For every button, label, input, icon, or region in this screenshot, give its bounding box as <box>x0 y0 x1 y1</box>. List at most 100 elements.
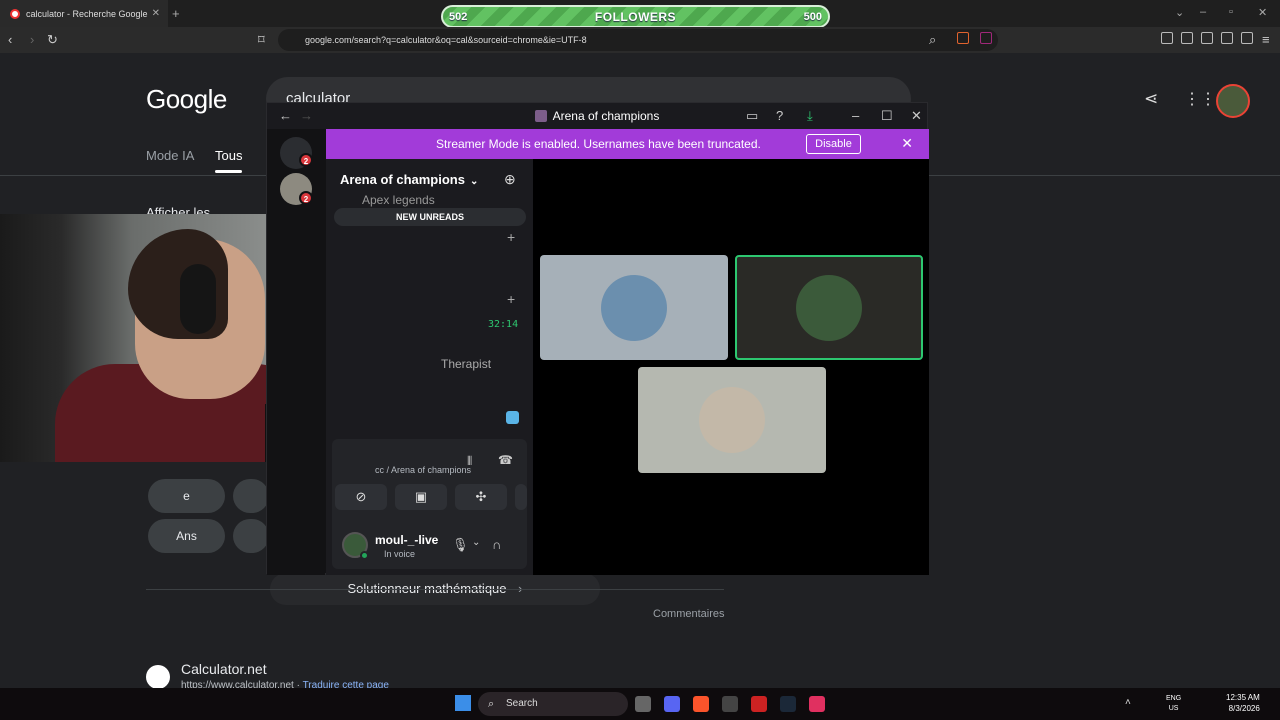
reload-icon[interactable]: ↻ <box>47 32 58 48</box>
google-favicon-icon <box>10 8 20 19</box>
disconnect-icon[interactable]: ☎ <box>498 453 513 467</box>
tray-chevron-icon[interactable]: ˄ <box>1125 697 1131 708</box>
activity-icon[interactable] <box>506 411 519 424</box>
followers-current: 502 <box>449 10 468 23</box>
tiktok-taskbar-icon[interactable] <box>809 696 825 712</box>
brave-taskbar-icon[interactable] <box>693 696 709 712</box>
tab-title: calculator - Recherche Google <box>26 8 148 19</box>
participant-tile[interactable] <box>540 255 728 360</box>
calculator-net-favicon-icon <box>146 665 170 689</box>
soundboard-icon[interactable]: ⦀ <box>467 454 472 469</box>
help-icon[interactable]: ? <box>776 108 783 123</box>
tab-ai-mode[interactable]: Mode IA <box>146 148 194 163</box>
brave-shield-icon[interactable] <box>957 32 969 44</box>
url-text: google.com/search?q=calculator&oq=cal&so… <box>305 35 587 45</box>
disable-streamer-mode-button[interactable]: Disable <box>806 134 861 154</box>
channel-sidebar: Arena of champions ⌄ ⊕ Apex legends NEW U… <box>326 159 533 575</box>
address-bar-row: ‹ › ↻ ⌑ google.com/search?q=calculator&o… <box>0 27 1280 53</box>
headphones-icon <box>180 264 216 334</box>
new-tab-button[interactable]: + <box>172 6 180 21</box>
user-status: In voice <box>384 549 416 559</box>
channel-apex[interactable]: Apex legends <box>362 193 435 207</box>
mic-options-chevron-icon[interactable]: ⌄ <box>472 537 480 548</box>
wallet-icon[interactable] <box>1201 32 1213 44</box>
apps-grid-icon[interactable]: ⋮⋮ <box>1184 89 1216 109</box>
calc-key-ans[interactable]: Ans <box>148 519 225 553</box>
calc-key-e[interactable]: e <box>148 479 225 513</box>
app-taskbar-icon[interactable] <box>751 696 767 712</box>
camera-off-button[interactable]: ⊘ <box>335 484 387 510</box>
discord-window: ← → Arena of champions ▭ ? ⤓ – ☐ ✕ 2 2 S… <box>266 102 929 575</box>
steam-taskbar-icon[interactable] <box>780 696 796 712</box>
add-channel-icon[interactable]: + <box>507 291 515 307</box>
result-title[interactable]: Calculator.net <box>181 661 267 677</box>
participant-tile-speaking[interactable] <box>735 255 923 360</box>
task-view-icon[interactable] <box>635 696 651 712</box>
calc-key[interactable] <box>233 479 269 513</box>
language-indicator[interactable]: ENG US <box>1166 694 1181 714</box>
app-taskbar-icon[interactable] <box>722 696 738 712</box>
participant-avatar <box>796 275 862 341</box>
unread-badge: 2 <box>299 191 313 205</box>
leo-icon[interactable] <box>1221 32 1233 44</box>
rewards-icon[interactable] <box>980 32 992 44</box>
windows-start-icon[interactable] <box>455 695 471 711</box>
taskbar-search-label: Search <box>506 698 538 709</box>
extensions-icon[interactable] <box>1161 32 1173 44</box>
discord-taskbar-icon[interactable] <box>664 696 680 712</box>
feedback-link[interactable]: Commentaires <box>653 608 725 620</box>
username[interactable]: moul-_-live <box>375 533 438 547</box>
back-icon[interactable]: ‹ <box>8 32 12 47</box>
discord-close-icon[interactable]: ✕ <box>911 108 922 124</box>
account-avatar[interactable] <box>1216 84 1250 118</box>
voice-stage <box>533 159 929 575</box>
tab-all[interactable]: Tous <box>215 148 243 173</box>
new-unreads-pill[interactable]: NEW UNREADS <box>334 208 526 226</box>
menu-icon[interactable]: ≡ <box>1262 32 1270 47</box>
url-input[interactable]: google.com/search?q=calculator&oq=cal&so… <box>278 29 998 51</box>
activities-button[interactable]: ✣ <box>455 484 507 510</box>
forward-icon[interactable]: › <box>30 32 34 47</box>
banner-close-icon[interactable]: ✕ <box>901 135 913 152</box>
discord-titlebar: ← → Arena of champions ▭ ? ⤓ – ☐ ✕ <box>267 103 927 129</box>
search-icon: ⌕ <box>488 698 495 710</box>
headphones-toggle-icon[interactable]: ∩ <box>492 537 501 552</box>
share-icon[interactable]: ⋖ <box>1144 89 1158 109</box>
voice-panel: cc / Arena of champions ⦀ ☎ ⊘ ▣ ✣ moul-_… <box>332 439 527 569</box>
vpn-icon[interactable] <box>1241 32 1253 44</box>
server-name[interactable]: Arena of champions ⌄ <box>340 172 478 187</box>
voice-channel-status[interactable]: cc / Arena of champions <box>375 465 471 475</box>
calc-key[interactable] <box>233 519 269 553</box>
channel-therapist[interactable]: Therapist <box>441 357 491 371</box>
taskbar-search[interactable]: ⌕ Search <box>478 692 628 716</box>
inbox-icon[interactable]: ▭ <box>746 108 758 124</box>
browser-tab[interactable]: calculator - Recherche Google ✕ <box>0 0 168 27</box>
download-icon[interactable]: ⤓ <box>807 108 813 124</box>
discord-minimize-icon[interactable]: – <box>852 108 859 123</box>
window-close-icon[interactable]: ✕ <box>1258 6 1267 19</box>
tab-close-icon[interactable]: ✕ <box>152 8 160 19</box>
google-logo[interactable]: Google <box>146 84 227 115</box>
minimize-icon[interactable]: – <box>1200 6 1206 18</box>
voice-timer: 32:14 <box>488 319 519 330</box>
screen-share-button[interactable]: ▣ <box>395 484 447 510</box>
streamer-mode-banner: Streamer Mode is enabled. Usernames have… <box>326 129 929 159</box>
streamer-mode-text: Streamer Mode is enabled. Usernames have… <box>436 137 761 151</box>
sidebar-icon[interactable] <box>1181 32 1193 44</box>
invite-user-icon[interactable]: ⊕ <box>504 171 516 188</box>
zoom-icon[interactable]: ⌕ <box>929 32 936 48</box>
participant-tile[interactable] <box>638 367 826 473</box>
soundboard-button[interactable] <box>515 484 527 510</box>
chevron-down-icon: ⌄ <box>469 176 479 187</box>
microphone-icon[interactable]: 🎙 <box>452 537 469 553</box>
server-icon <box>534 110 547 122</box>
tab-list-icon[interactable]: ⌄ <box>1175 6 1184 19</box>
result-divider <box>146 589 724 590</box>
followers-goal: 500 <box>803 10 822 23</box>
add-channel-icon[interactable]: + <box>507 229 515 245</box>
unread-badge: 2 <box>299 153 313 167</box>
discord-maximize-icon[interactable]: ☐ <box>881 108 893 124</box>
bookmark-icon[interactable]: ⌑ <box>258 32 265 48</box>
restore-icon[interactable]: ▫ <box>1229 6 1233 18</box>
taskbar-clock[interactable]: 12:35 AM 8/3/2026 <box>1226 692 1260 714</box>
